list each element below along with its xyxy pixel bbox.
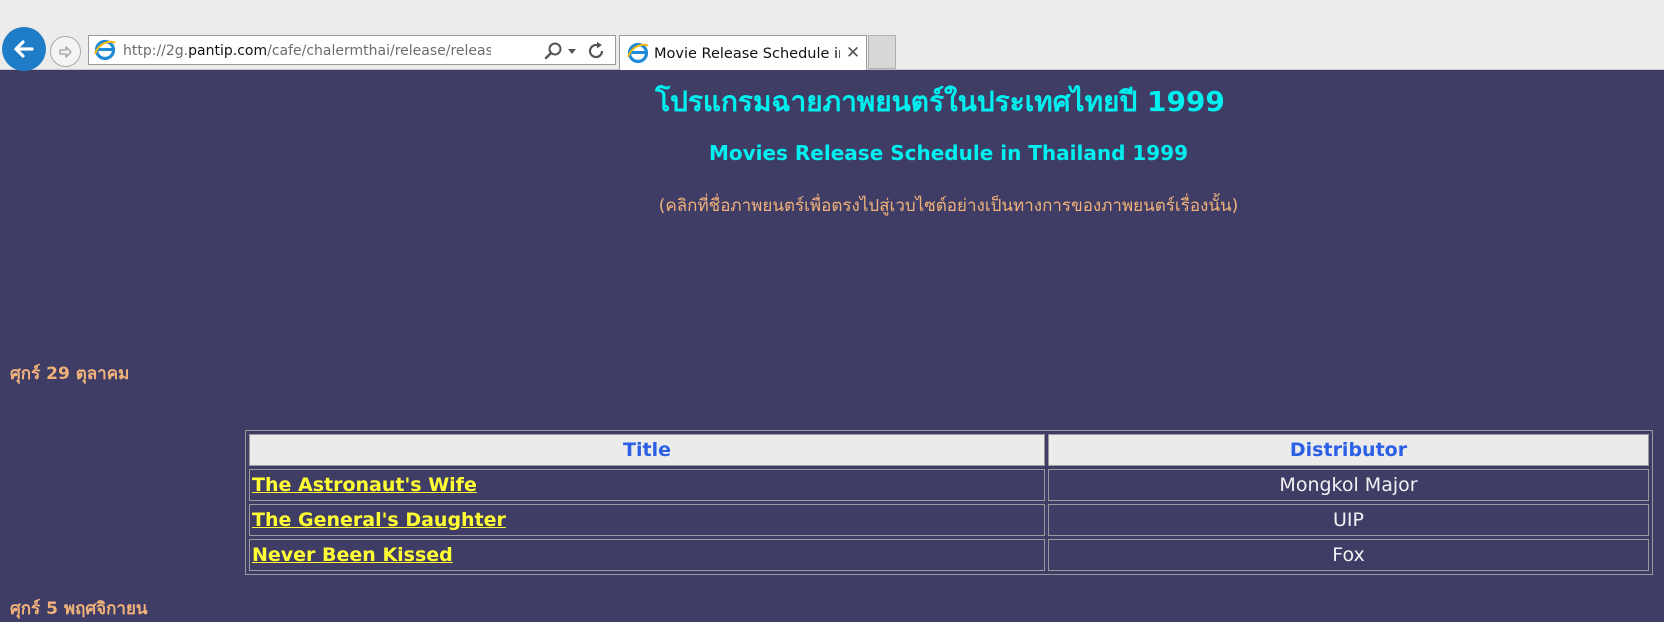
distributor-cell: UIP — [1048, 504, 1649, 536]
table-row: The Astronaut's Wife Mongkol Major — [249, 469, 1649, 501]
release-table: Title Distributor The Astronaut's Wife M… — [245, 430, 1653, 575]
page-note-thai: (คลิกที่ชื่อภาพยนตร์เพื่อตรงไปสู่เวบไซต์… — [658, 196, 1239, 216]
refresh-icon[interactable] — [585, 40, 607, 62]
browser-chrome: http://2g.pantip.com/cafe/chalermthai/re… — [0, 0, 1664, 71]
release-date-heading: ศุกร์ 5 พฤศจิกายน — [10, 599, 148, 619]
url-domain: pantip.com — [188, 43, 268, 59]
url-text[interactable]: http://2g.pantip.com/cafe/chalermthai/re… — [123, 41, 491, 61]
forward-button[interactable] — [50, 36, 81, 67]
close-icon[interactable]: ✕ — [844, 43, 862, 63]
distributor-cell: Fox — [1048, 539, 1649, 571]
column-header-title: Title — [249, 434, 1045, 466]
movie-title-link[interactable]: Never Been Kissed — [252, 544, 453, 566]
release-date-heading: ศุกร์ 29 ตุลาคม — [10, 364, 130, 384]
distributor-cell: Mongkol Major — [1048, 469, 1649, 501]
page-title-english: Movies Release Schedule in Thailand 1999 — [708, 141, 1189, 165]
dropdown-icon[interactable] — [567, 48, 577, 56]
page-title-thai: โปรแกรมฉายภาพยนตร์ในประเทศไทยปี 1999 — [655, 85, 1225, 118]
search-icon[interactable] — [543, 41, 563, 61]
browser-tab[interactable]: Movie Release Schedule in ... ✕ — [619, 35, 867, 70]
movie-title-cell: Never Been Kissed — [249, 539, 1045, 571]
url-prefix: http://2g. — [123, 43, 189, 59]
movie-title-cell: The General's Daughter — [249, 504, 1045, 536]
address-bar[interactable]: http://2g.pantip.com/cafe/chalermthai/re… — [88, 35, 616, 65]
new-tab-button[interactable] — [868, 35, 896, 69]
movie-title-link[interactable]: The General's Daughter — [252, 509, 506, 531]
table-row: The General's Daughter UIP — [249, 504, 1649, 536]
movie-title-cell: The Astronaut's Wife — [249, 469, 1045, 501]
column-header-distributor: Distributor — [1048, 434, 1649, 466]
movie-title-link[interactable]: The Astronaut's Wife — [252, 474, 477, 496]
forward-arrow-icon — [58, 45, 72, 58]
table-row: Never Been Kissed Fox — [249, 539, 1649, 571]
ie-logo-icon — [627, 42, 649, 64]
back-button[interactable] — [2, 27, 46, 71]
table-header-row: Title Distributor — [249, 434, 1649, 466]
url-path: /cafe/chalermthai/release/release-99.htm — [267, 43, 491, 59]
back-arrow-icon — [14, 40, 34, 58]
ie-logo-icon — [94, 39, 116, 61]
tab-title: Movie Release Schedule in ... — [654, 46, 840, 62]
